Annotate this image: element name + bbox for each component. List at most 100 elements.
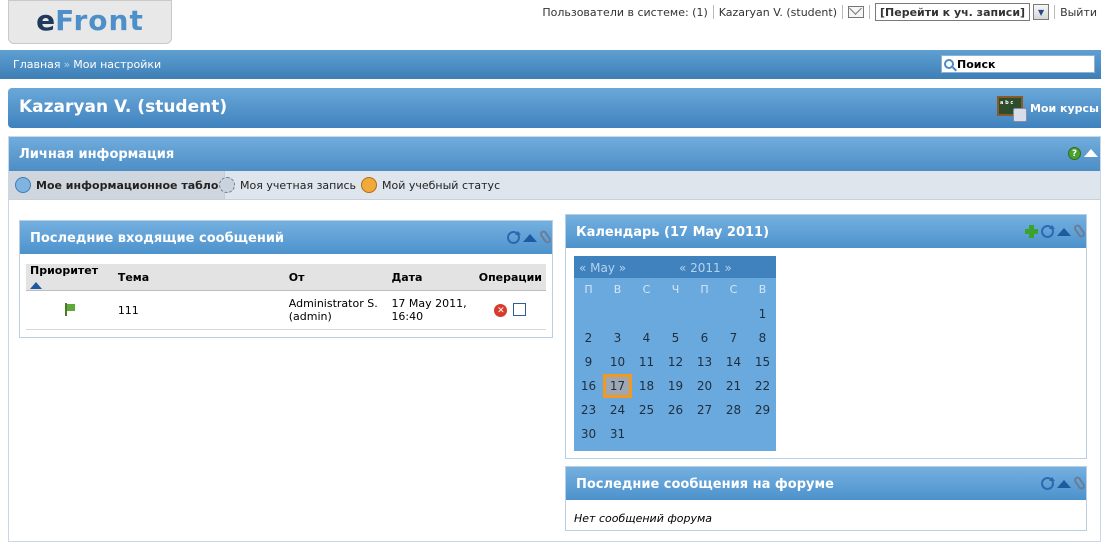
select-checkbox[interactable] bbox=[513, 303, 527, 317]
tab-learning-status[interactable]: Мой учебный статус bbox=[361, 171, 500, 199]
account-switch-select[interactable]: [Перейти к уч. записи] bbox=[875, 3, 1031, 21]
calendar-day[interactable]: 20 bbox=[690, 374, 719, 398]
blackboard-icon bbox=[995, 94, 1027, 122]
calendar-widget: Календарь (17 May 2011) « May » « 2011 »… bbox=[565, 214, 1087, 459]
priority-flag-icon bbox=[64, 302, 75, 316]
tab-dashboard[interactable]: Мое информационное табло bbox=[9, 171, 226, 199]
breadcrumb-home[interactable]: Главная bbox=[13, 58, 61, 71]
refresh-icon[interactable] bbox=[1041, 476, 1055, 490]
user-header: Kazaryan V. (student) Мои курсы bbox=[8, 88, 1101, 128]
calendar-day[interactable]: 29 bbox=[748, 398, 777, 422]
inbox-widget: Последние входящие сообщений Приоритет Т… bbox=[19, 220, 553, 338]
calendar-title: Календарь (17 May 2011) bbox=[576, 225, 770, 240]
sort-asc-icon bbox=[30, 281, 42, 289]
calendar-day[interactable]: 24 bbox=[603, 398, 632, 422]
calendar-day[interactable]: 2 bbox=[574, 326, 603, 350]
calendar-day[interactable]: 6 bbox=[690, 326, 719, 350]
panel-header: Личная информация ? bbox=[9, 137, 1100, 171]
calendar-day[interactable]: 15 bbox=[748, 350, 777, 374]
forum-widget: Последние сообщения на форуме Нет сообще… bbox=[565, 466, 1087, 531]
col-date[interactable]: Дата bbox=[387, 264, 475, 291]
search-icon bbox=[944, 59, 954, 69]
weekday-header: С bbox=[642, 283, 651, 296]
efront-logo[interactable]: eFront bbox=[8, 0, 172, 44]
help-icon[interactable]: ? bbox=[1068, 147, 1081, 160]
calendar-day[interactable]: 31 bbox=[603, 422, 632, 446]
calendar-day-today[interactable]: 17 bbox=[603, 374, 632, 398]
calendar-day[interactable]: 3 bbox=[603, 326, 632, 350]
calendar-day[interactable]: 9 bbox=[574, 350, 603, 374]
calendar-day[interactable]: 23 bbox=[574, 398, 603, 422]
calendar-day[interactable]: 28 bbox=[719, 398, 748, 422]
forum-title: Последние сообщения на форуме bbox=[576, 477, 834, 492]
messages-icon[interactable] bbox=[848, 6, 864, 18]
collapse-icon[interactable] bbox=[1084, 149, 1098, 157]
inbox-title: Последние входящие сообщений bbox=[30, 231, 285, 246]
attach-icon[interactable] bbox=[538, 229, 553, 245]
calendar-day[interactable]: 21 bbox=[719, 374, 748, 398]
calendar-day[interactable]: 12 bbox=[661, 350, 690, 374]
attach-icon[interactable] bbox=[1072, 223, 1087, 239]
month-switcher[interactable]: « May » bbox=[579, 261, 626, 275]
top-user-bar: Пользователи в системе: (1) Kazaryan V. … bbox=[542, 2, 1097, 22]
panel-title: Личная информация bbox=[19, 147, 175, 162]
user-status-icon bbox=[361, 177, 377, 193]
chevron-down-icon[interactable]: ▼ bbox=[1033, 4, 1050, 20]
col-priority[interactable]: Приоритет bbox=[26, 264, 114, 291]
calendar-day[interactable]: 4 bbox=[632, 326, 661, 350]
calendar-day[interactable]: 13 bbox=[690, 350, 719, 374]
page-title: Kazaryan V. (student) bbox=[19, 97, 228, 117]
calendar-day[interactable]: 27 bbox=[690, 398, 719, 422]
breadcrumb: Главная» Мои настройки bbox=[13, 58, 162, 71]
calendar-day[interactable]: 16 bbox=[574, 374, 603, 398]
calendar-day[interactable]: 8 bbox=[748, 326, 777, 350]
calendar-day[interactable]: 19 bbox=[661, 374, 690, 398]
calendar-day[interactable]: 14 bbox=[719, 350, 748, 374]
col-operations: Операции bbox=[474, 264, 546, 291]
gear-icon bbox=[219, 177, 235, 193]
weekday-header: Ч bbox=[671, 283, 680, 296]
collapse-icon[interactable] bbox=[1057, 228, 1071, 236]
weekday-header: П bbox=[584, 283, 593, 296]
breadcrumb-bar: Главная» Мои настройки Поиск bbox=[0, 50, 1101, 79]
collapse-icon[interactable] bbox=[523, 234, 537, 242]
col-subject[interactable]: Тема bbox=[113, 264, 285, 291]
year-switcher[interactable]: « 2011 » bbox=[679, 261, 732, 275]
add-event-icon[interactable] bbox=[1025, 224, 1038, 238]
calendar-day[interactable]: 26 bbox=[661, 398, 690, 422]
tab-bar: Мое информационное табло Моя учетная зап… bbox=[9, 171, 1100, 200]
calendar-day[interactable]: 30 bbox=[574, 422, 603, 446]
tab-account[interactable]: Моя учетная запись bbox=[219, 171, 356, 199]
current-user-link[interactable]: Kazaryan V. (student) bbox=[719, 6, 837, 19]
personal-info-panel: Личная информация ? Мое информационное т… bbox=[8, 136, 1101, 542]
home-icon bbox=[15, 177, 31, 193]
weekday-header: В bbox=[758, 283, 767, 296]
logout-link[interactable]: Выйти bbox=[1060, 6, 1097, 19]
calendar: « May » « 2011 » П В С Ч П С В 1 2 3 4 5 6 7 8 9 10 11 12 1… bbox=[574, 256, 776, 451]
weekday-header: С bbox=[729, 283, 738, 296]
delete-icon[interactable]: ✕ bbox=[494, 304, 508, 318]
calendar-day[interactable]: 25 bbox=[632, 398, 661, 422]
message-subject[interactable]: 111 bbox=[113, 290, 285, 330]
attach-icon[interactable] bbox=[1072, 475, 1087, 491]
calendar-day[interactable]: 5 bbox=[661, 326, 690, 350]
forum-empty-text: Нет сообщений форума bbox=[574, 512, 713, 525]
my-courses-link[interactable]: Мои курсы bbox=[995, 94, 1099, 122]
col-from[interactable]: От bbox=[284, 264, 388, 291]
collapse-icon[interactable] bbox=[1057, 480, 1071, 488]
refresh-icon[interactable] bbox=[507, 230, 521, 244]
calendar-day[interactable]: 7 bbox=[719, 326, 748, 350]
inbox-table: Приоритет Тема От Дата Операции 111 Admi… bbox=[26, 264, 546, 330]
calendar-day[interactable]: 22 bbox=[748, 374, 777, 398]
weekday-header: В bbox=[613, 283, 622, 296]
users-online-link[interactable]: Пользователи в системе: (1) bbox=[542, 6, 707, 19]
calendar-day[interactable]: 1 bbox=[748, 302, 777, 326]
table-row[interactable]: 111 Administrator S. (admin) 17 May 2011,… bbox=[26, 290, 546, 330]
calendar-day[interactable]: 11 bbox=[632, 350, 661, 374]
breadcrumb-settings[interactable]: Мои настройки bbox=[73, 58, 161, 71]
search-input[interactable]: Поиск bbox=[941, 55, 1095, 73]
refresh-icon[interactable] bbox=[1041, 224, 1055, 238]
calendar-day[interactable]: 10 bbox=[603, 350, 632, 374]
calendar-day[interactable]: 18 bbox=[632, 374, 661, 398]
weekday-header: П bbox=[700, 283, 709, 296]
